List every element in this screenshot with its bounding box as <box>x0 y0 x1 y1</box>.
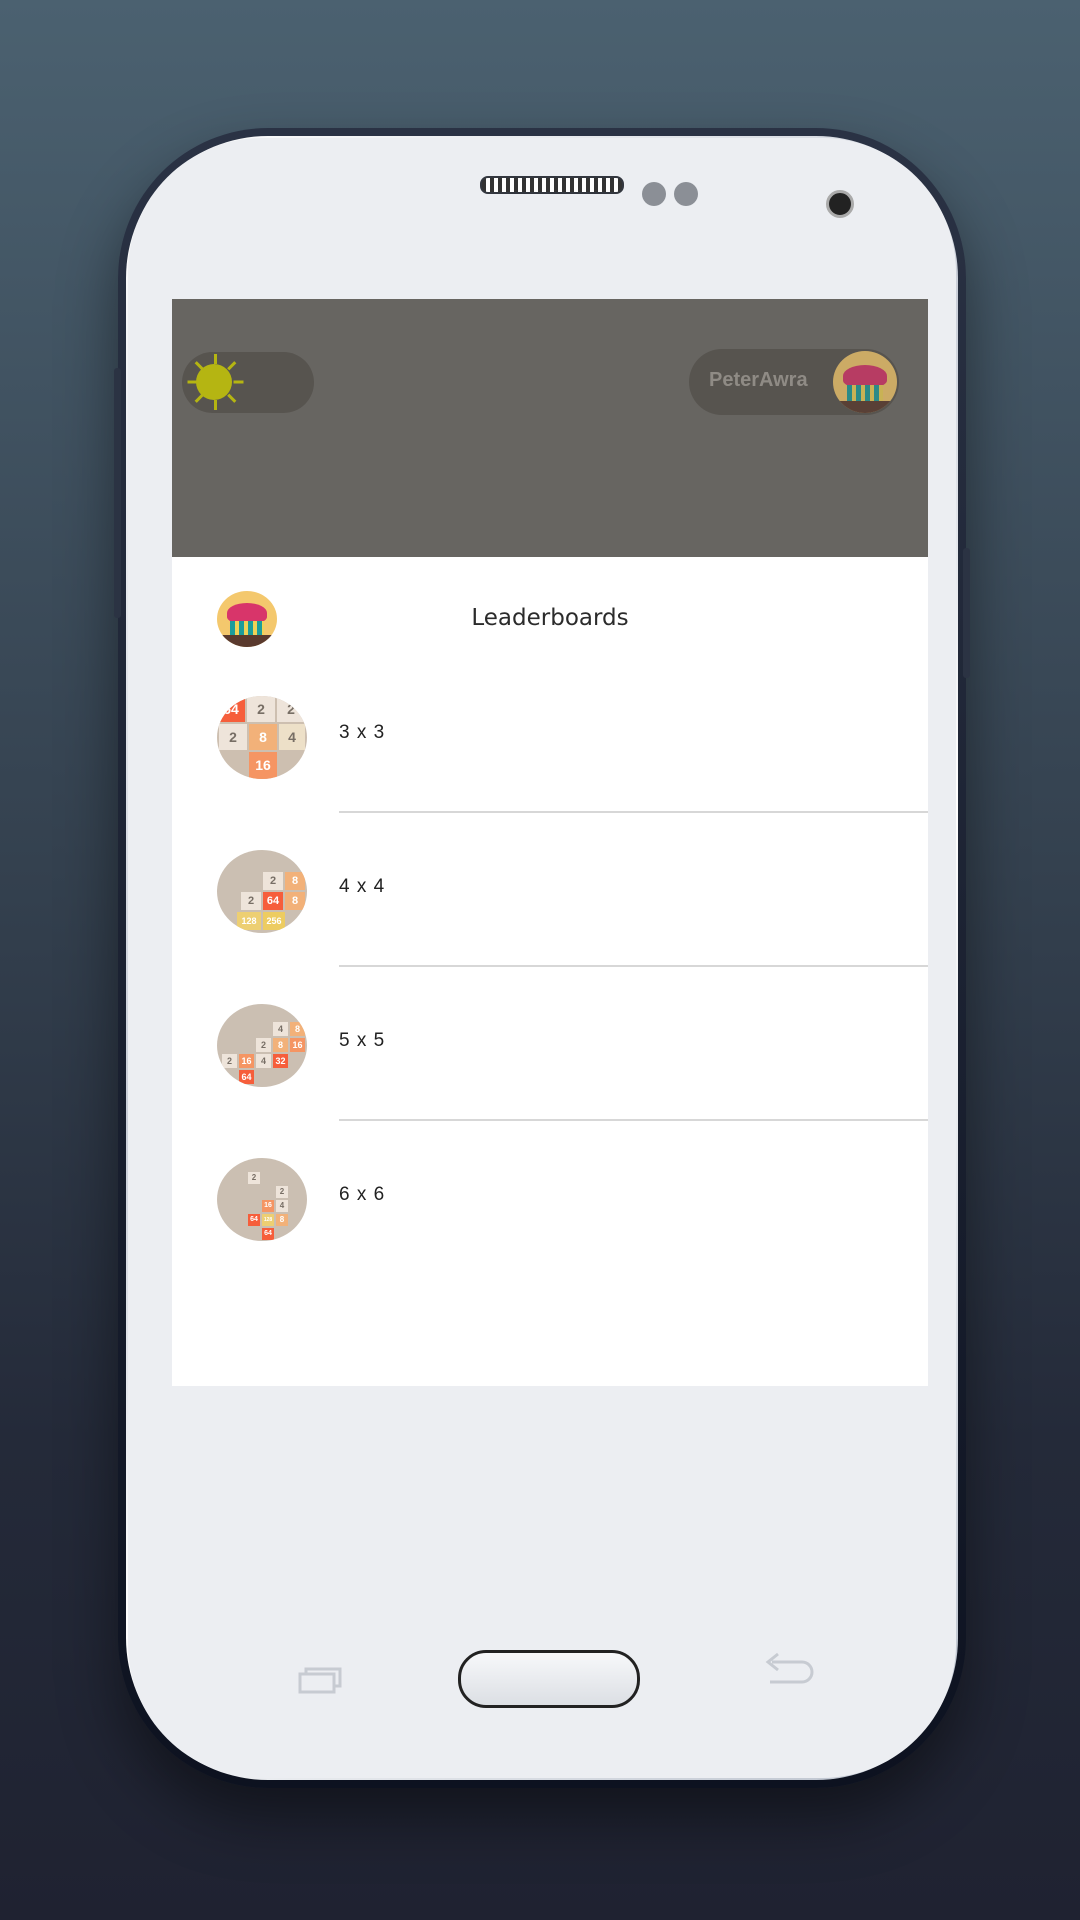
board-3x3-thumbnail: 64 2 2 2 8 4 16 <box>217 696 307 779</box>
phone-frame: PeterAwra Leaderboards 64 2 2 2 8 4 16 3… <box>114 128 970 1788</box>
phone-body: PeterAwra Leaderboards 64 2 2 2 8 4 16 3… <box>128 138 956 1778</box>
leaderboards-sheet: Leaderboards 64 2 2 2 8 4 16 3 x 3 2 8 2… <box>172 557 928 1386</box>
user-profile-button[interactable]: PeterAwra <box>689 349 899 415</box>
user-name: PeterAwra <box>709 369 808 391</box>
leaderboard-label: 4 x 4 <box>339 876 386 897</box>
leaderboard-item-6x6[interactable]: 2 2 16 4 64 128 8 64 6 x 6 <box>172 1139 928 1293</box>
light-sensor <box>674 182 698 206</box>
theme-toggle[interactable] <box>182 352 314 413</box>
dimmed-header-overlay[interactable]: PeterAwra <box>172 299 928 557</box>
divider <box>339 811 928 813</box>
leaderboard-item-5x5[interactable]: 4 8 2 8 16 2 16 4 32 64 5 x 5 <box>172 985 928 1139</box>
recent-apps-icon[interactable] <box>298 1666 342 1694</box>
proximity-sensor <box>642 182 666 206</box>
volume-button <box>963 548 970 678</box>
power-button <box>114 368 121 618</box>
earpiece-speaker <box>480 176 624 194</box>
cupcake-avatar-icon <box>833 351 897 413</box>
leaderboard-item-3x3[interactable]: 64 2 2 2 8 4 16 3 x 3 <box>172 677 928 831</box>
back-icon[interactable] <box>758 1652 814 1692</box>
app-screen: PeterAwra Leaderboards 64 2 2 2 8 4 16 3… <box>172 299 928 1386</box>
board-5x5-thumbnail: 4 8 2 8 16 2 16 4 32 64 <box>217 1004 307 1087</box>
leaderboard-label: 3 x 3 <box>339 722 386 743</box>
sheet-title: Leaderboards <box>471 605 629 631</box>
divider <box>339 1119 928 1121</box>
leaderboard-item-4x4[interactable]: 2 8 2 64 8 128 256 4 x 4 <box>172 831 928 985</box>
divider <box>339 965 928 967</box>
leaderboard-label: 5 x 5 <box>339 1030 386 1051</box>
board-4x4-thumbnail: 2 8 2 64 8 128 256 <box>217 850 307 933</box>
front-camera <box>826 190 854 218</box>
leaderboard-label: 6 x 6 <box>339 1184 386 1205</box>
home-button[interactable] <box>458 1650 640 1708</box>
board-6x6-thumbnail: 2 2 16 4 64 128 8 64 <box>217 1158 307 1241</box>
